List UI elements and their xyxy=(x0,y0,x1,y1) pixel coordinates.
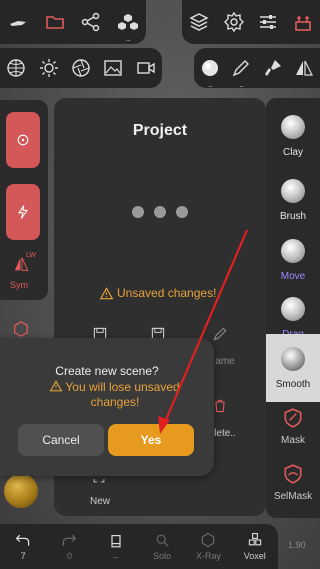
tool-label: Brush xyxy=(279,210,307,222)
brush-sphere-icon[interactable] xyxy=(197,55,223,81)
sym-icon[interactable] xyxy=(14,256,30,277)
paint-icon[interactable] xyxy=(260,55,286,81)
solo-label: Solo xyxy=(153,551,172,561)
top-right-toolbar xyxy=(182,0,320,44)
scene-dots: ... xyxy=(112,552,119,560)
target-button[interactable] xyxy=(6,112,40,168)
material-sphere[interactable] xyxy=(4,474,38,508)
fps-readout: 1.90 xyxy=(288,540,306,550)
sliders-icon[interactable] xyxy=(255,9,281,35)
layers-icon[interactable] xyxy=(186,9,212,35)
xray-icon xyxy=(202,532,215,548)
unsaved-text: Unsaved changes! xyxy=(117,286,217,300)
symmetry-icon[interactable] xyxy=(291,55,317,81)
smooth-icon xyxy=(281,346,305,371)
brush-icon xyxy=(281,178,305,203)
lw-label: LW xyxy=(26,252,36,259)
sphere-grid-icon[interactable] xyxy=(3,55,29,81)
voxel-button[interactable]: Voxel xyxy=(235,532,275,561)
loading-dot xyxy=(176,206,188,218)
selmask-icon xyxy=(284,463,302,484)
yes-button[interactable]: Yes xyxy=(108,424,194,456)
gear-icon[interactable] xyxy=(221,9,247,35)
cubes-icon[interactable] xyxy=(115,9,141,35)
folder-icon[interactable] xyxy=(42,9,68,35)
scene-icon xyxy=(111,534,121,547)
voxel-label: Voxel xyxy=(243,551,266,561)
loading-indicator xyxy=(132,206,188,218)
move-icon xyxy=(281,238,305,263)
new-label[interactable]: New xyxy=(75,496,125,507)
share-icon[interactable] xyxy=(78,9,104,35)
redo-button[interactable]: 0 xyxy=(49,532,89,561)
solo-button[interactable]: Solo xyxy=(142,532,182,561)
render-toolbar xyxy=(0,48,162,88)
dialog-warning: You will lose unsaved changes! xyxy=(30,380,200,410)
pen-icon[interactable] xyxy=(228,55,254,81)
rename-icon[interactable] xyxy=(212,326,228,347)
tool-label: Clay xyxy=(282,146,303,158)
sun-icon[interactable] xyxy=(36,55,62,81)
mask-icon xyxy=(284,407,302,428)
project-title: Project xyxy=(132,122,188,139)
sym-label: Sym xyxy=(10,280,28,290)
warning-icon xyxy=(100,286,113,299)
undo-icon xyxy=(15,534,30,546)
drag-icon xyxy=(281,296,305,321)
redo-count: 0 xyxy=(66,551,72,561)
warning-icon xyxy=(49,380,63,392)
voxel-icon xyxy=(248,533,261,546)
cancel-button[interactable]: Cancel xyxy=(18,424,104,456)
image-icon[interactable] xyxy=(100,55,126,81)
camera-icon[interactable] xyxy=(133,55,159,81)
dialog-title: Create new scene? xyxy=(55,364,159,378)
tool-selmask[interactable]: SelMask xyxy=(266,444,320,520)
top-left-toolbar xyxy=(0,0,146,44)
xray-button[interactable]: X-Ray xyxy=(188,532,228,561)
aperture-icon[interactable] xyxy=(68,55,94,81)
undo-count: 7 xyxy=(20,551,26,561)
brush-toolbar xyxy=(194,48,320,88)
lightning-button[interactable] xyxy=(6,184,40,240)
unsaved-warning: Unsaved changes! xyxy=(100,286,216,300)
tools-icon[interactable] xyxy=(290,9,316,35)
tool-panel: Clay Brush Move Drag Smooth Mask SelMask xyxy=(266,98,320,518)
loading-dot xyxy=(154,206,166,218)
loading-dot xyxy=(132,206,144,218)
new-scene-dialog: Create new scene? You will lose unsaved … xyxy=(0,338,214,476)
scene-button[interactable]: ... xyxy=(96,534,136,560)
hand-icon[interactable] xyxy=(5,9,31,35)
bottom-bar: 7 0 ... Solo X-Ray Voxel xyxy=(0,524,278,569)
trash-icon[interactable] xyxy=(212,398,228,419)
solo-icon xyxy=(156,534,169,547)
tool-label: SelMask xyxy=(273,490,313,502)
redo-icon xyxy=(63,534,77,546)
dialog-warning-text: You will lose unsaved changes! xyxy=(65,380,180,409)
xray-label: X-Ray xyxy=(195,551,221,561)
undo-button[interactable]: 7 xyxy=(3,532,43,561)
clay-icon xyxy=(281,114,305,139)
